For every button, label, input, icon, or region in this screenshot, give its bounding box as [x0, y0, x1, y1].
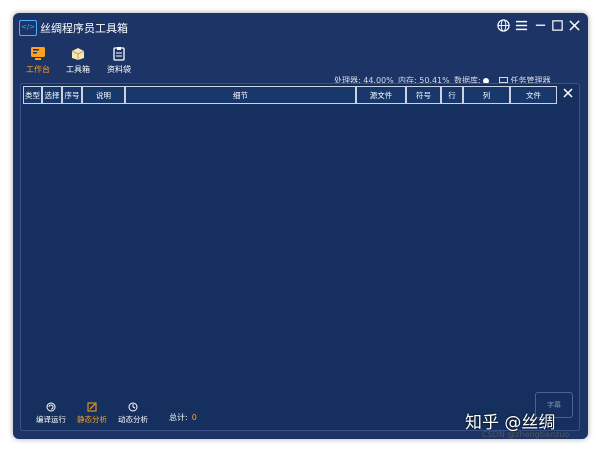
minimize-icon[interactable]: [534, 19, 547, 36]
column-header-file[interactable]: 文件: [510, 86, 557, 104]
csdn-watermark: CSDN @zhengtianzuo: [482, 430, 570, 439]
column-header-line[interactable]: 行: [441, 86, 463, 104]
tab-dynamic-analysis[interactable]: 动态分析: [113, 402, 153, 425]
toolbar-workbench-label: 工作台: [26, 65, 50, 74]
column-header-symbol[interactable]: 符号: [406, 86, 441, 104]
panel-close-icon[interactable]: [563, 87, 573, 102]
total-label: 总计:: [169, 413, 188, 422]
total-value: 0: [191, 413, 197, 422]
globe-icon[interactable]: [497, 19, 510, 36]
workbench-icon: [31, 47, 45, 60]
toolbar-document-bag-label: 资料袋: [107, 65, 131, 74]
results-panel: 类型 选择 序号 说明 细节 源文件 符号 行 列 文件 字幕 编译运行 静态分…: [20, 83, 580, 431]
toolbar-workbench-button[interactable]: 工作台: [21, 46, 55, 75]
column-header-type[interactable]: 类型: [23, 86, 42, 104]
column-header-select[interactable]: 选择: [42, 86, 62, 104]
tab-dynamic-analysis-label: 动态分析: [118, 415, 148, 424]
static-analysis-icon: [87, 402, 97, 412]
column-header-column[interactable]: 列: [463, 86, 510, 104]
app-logo-icon: </>: [19, 20, 37, 36]
compile-run-icon: [46, 402, 56, 412]
tab-compile-run-label: 编译运行: [36, 415, 66, 424]
toolbar-toolbox-label: 工具箱: [66, 65, 90, 74]
title-bar: </> 丝绸程序员工具箱: [13, 13, 588, 41]
column-header-index[interactable]: 序号: [62, 86, 82, 104]
column-header-detail[interactable]: 细节: [125, 86, 356, 104]
close-icon[interactable]: [568, 19, 581, 36]
tab-compile-run[interactable]: 编译运行: [31, 402, 71, 425]
total-count: 总计: 0: [169, 412, 197, 423]
toolbar-document-bag-button[interactable]: 资料袋: [102, 46, 136, 75]
column-header-source-file[interactable]: 源文件: [356, 86, 406, 104]
toolbox-icon: [71, 48, 85, 60]
app-window: </> 丝绸程序员工具箱 工作台 工具箱 资料袋 处理器: 44.00% 内存:…: [13, 13, 588, 439]
document-bag-icon: [113, 47, 125, 61]
tab-static-analysis-label: 静态分析: [77, 415, 107, 424]
tab-static-analysis[interactable]: 静态分析: [72, 402, 112, 425]
toolbar-toolbox-button[interactable]: 工具箱: [61, 46, 95, 75]
dynamic-analysis-icon: [128, 402, 138, 412]
column-header-description[interactable]: 说明: [82, 86, 125, 104]
window-title: 丝绸程序员工具箱: [40, 22, 128, 35]
maximize-icon[interactable]: [551, 19, 564, 36]
menu-icon[interactable]: [515, 19, 528, 36]
